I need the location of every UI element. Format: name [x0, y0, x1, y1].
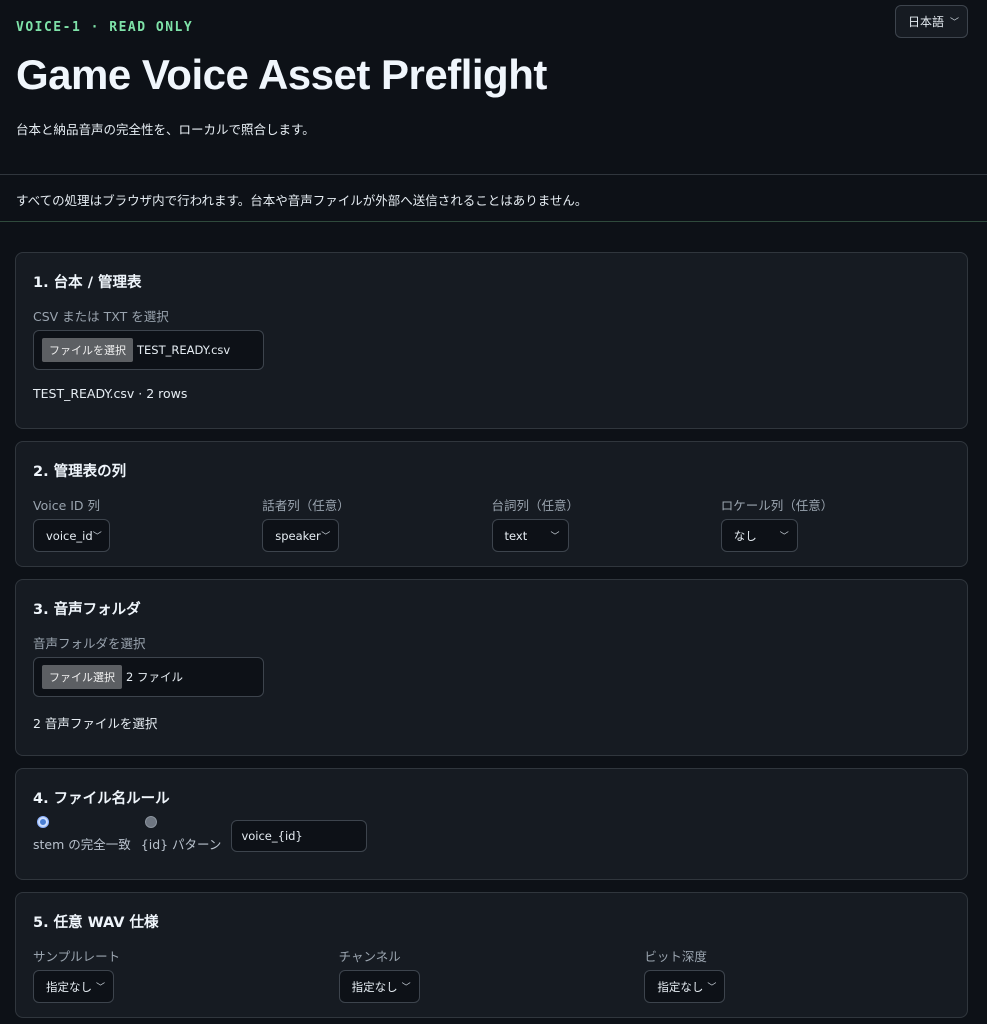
- page-title: Game Voice Asset Preflight: [16, 51, 547, 98]
- speaker-column-field: 話者列（任意） speaker ﹀: [262, 481, 491, 552]
- page-subtitle: 台本と納品音声の完全性を、ローカルで照合します。: [16, 122, 315, 137]
- language-value: 日本語: [908, 15, 945, 29]
- chevron-down-icon: ﹀: [779, 532, 789, 542]
- chevron-down-icon: ﹀: [949, 18, 959, 28]
- sample-rate-field: サンプルレート 指定なし ﹀: [33, 932, 339, 1003]
- page-header: VOICE-1 · READ ONLY Game Voice Asset Pre…: [0, 0, 987, 175]
- audio-status: 2 音声ファイルを選択: [33, 716, 158, 731]
- exact-match-option[interactable]: stem の完全一致: [33, 816, 131, 853]
- choose-folder-button[interactable]: ファイル選択: [42, 665, 122, 689]
- field-label: 台詞列（任意）: [491, 498, 580, 513]
- voice-id-column-field: Voice ID 列 voice_id ﹀: [33, 481, 262, 552]
- exact-match-radio[interactable]: [37, 816, 49, 828]
- section-wav-spec: 5. 任意 WAV 仕様 サンプルレート 指定なし ﹀ チャンネル 指定なし ﹀…: [15, 892, 968, 1018]
- select-value: なし: [733, 528, 757, 543]
- sample-rate-select[interactable]: 指定なし ﹀: [33, 970, 114, 1003]
- section-audio-folder: 3. 音声フォルダ 音声フォルダを選択 ファイル選択 2 ファイル 2 音声ファ…: [15, 579, 968, 756]
- text-column-field: 台詞列（任意） text ﹀: [491, 481, 721, 552]
- select-value: speaker: [275, 528, 321, 543]
- select-value: 指定なし: [46, 979, 92, 994]
- section-title: 3. 音声フォルダ: [33, 602, 141, 618]
- privacy-notice: すべての処理はブラウザ内で行われます。台本や音声ファイルが外部へ送信されることは…: [0, 175, 987, 222]
- audio-folder-label: 音声フォルダを選択: [33, 636, 146, 651]
- section-columns: 2. 管理表の列 Voice ID 列 voice_id ﹀ 話者列（任意） s…: [15, 441, 968, 567]
- script-file-label: CSV または TXT を選択: [33, 309, 169, 324]
- channels-select[interactable]: 指定なし ﹀: [338, 970, 420, 1003]
- field-label: サンプルレート: [33, 949, 121, 964]
- field-label: チャンネル: [338, 949, 401, 964]
- script-file-input[interactable]: ファイルを選択 TEST_READY.csv: [33, 330, 264, 370]
- chevron-down-icon: ﹀: [401, 983, 411, 993]
- text-column-select[interactable]: text ﹀: [491, 519, 569, 552]
- channels-field: チャンネル 指定なし ﹀: [338, 932, 645, 1003]
- choose-file-button[interactable]: ファイルを選択: [42, 338, 133, 362]
- script-status: TEST_READY.csv · 2 rows: [33, 386, 188, 401]
- language-select[interactable]: 日本語 ﹀: [895, 5, 968, 38]
- bit-depth-field: ビット深度 指定なし ﹀: [644, 932, 950, 1003]
- selected-filename: TEST_READY.csv: [137, 343, 231, 357]
- section-filename-rule: 4. ファイル名ルール stem の完全一致 {id} パターン voice_{…: [15, 768, 968, 880]
- section-script: 1. 台本 / 管理表 CSV または TXT を選択 ファイルを選択 TEST…: [15, 252, 968, 429]
- select-value: 指定なし: [351, 979, 398, 994]
- pattern-input[interactable]: voice_{id}: [231, 820, 368, 852]
- locale-column-field: ロケール列（任意） なし ﹀: [720, 481, 950, 552]
- field-label: ロケール列（任意）: [720, 498, 834, 513]
- chevron-down-icon: ﹀: [95, 983, 105, 993]
- radio-label: {id} パターン: [140, 837, 222, 852]
- pattern-radio[interactable]: [144, 816, 157, 828]
- pattern-option[interactable]: {id} パターン: [140, 816, 222, 853]
- select-value: 指定なし: [657, 979, 704, 994]
- chevron-down-icon: ﹀: [92, 532, 102, 542]
- voice-id-column-select[interactable]: voice_id ﹀: [33, 519, 110, 552]
- select-value: voice_id: [46, 528, 93, 543]
- field-label: Voice ID 列: [33, 498, 101, 513]
- selected-file-count: 2 ファイル: [126, 670, 183, 684]
- chevron-down-icon: ﹀: [707, 983, 717, 993]
- field-label: ビット深度: [644, 949, 707, 964]
- speaker-column-select[interactable]: speaker ﹀: [262, 519, 340, 552]
- radio-label: stem の完全一致: [33, 837, 131, 852]
- locale-column-select[interactable]: なし ﹀: [720, 519, 798, 552]
- chevron-down-icon: ﹀: [321, 532, 331, 542]
- audio-folder-input[interactable]: ファイル選択 2 ファイル: [33, 657, 264, 697]
- bit-depth-select[interactable]: 指定なし ﹀: [644, 970, 726, 1003]
- chevron-down-icon: ﹀: [550, 532, 560, 542]
- select-value: text: [504, 528, 528, 543]
- section-title: 1. 台本 / 管理表: [33, 275, 142, 291]
- section-title: 2. 管理表の列: [33, 464, 127, 480]
- field-label: 話者列（任意）: [262, 498, 350, 513]
- section-title: 4. ファイル名ルール: [33, 791, 170, 807]
- eyebrow-label: VOICE-1 · READ ONLY: [16, 20, 194, 35]
- section-title: 5. 任意 WAV 仕様: [33, 915, 159, 931]
